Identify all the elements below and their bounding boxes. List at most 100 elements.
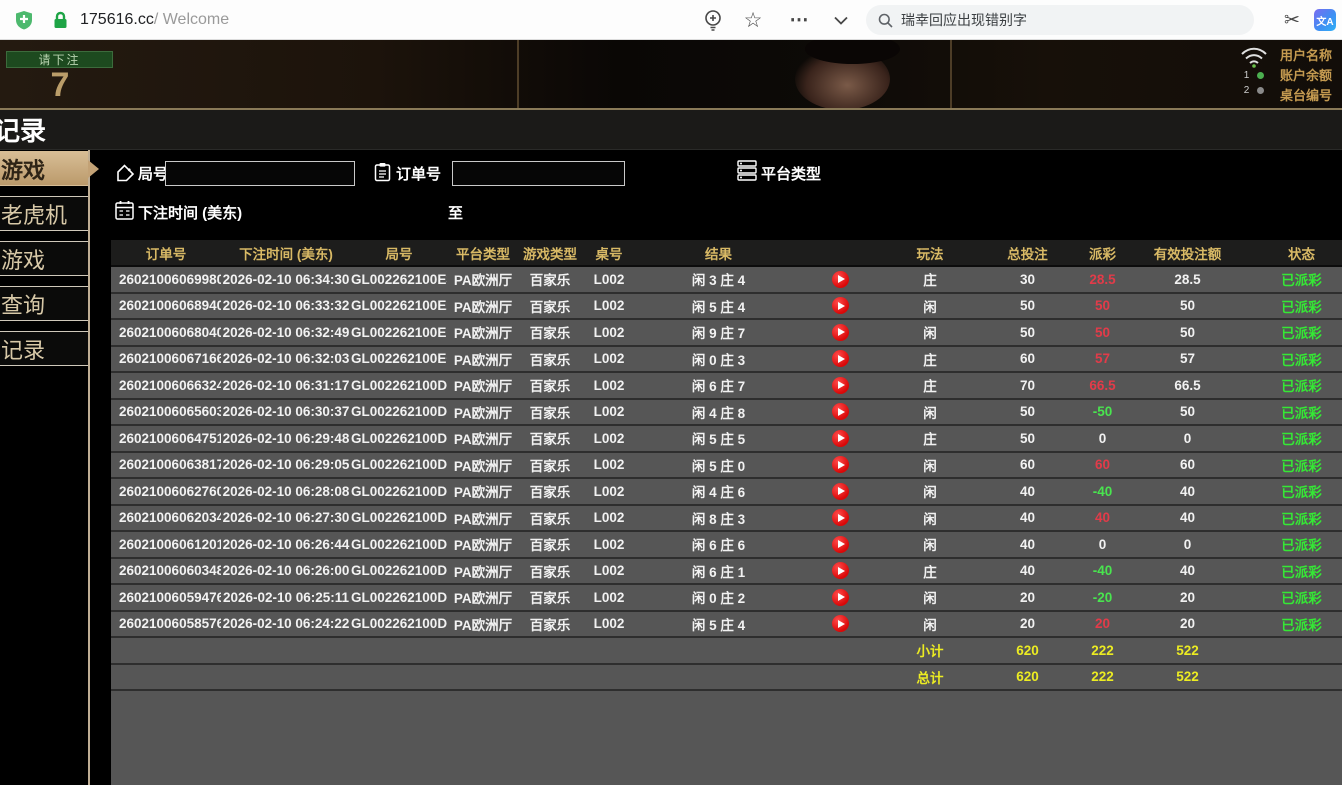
cell-table-id: L002 bbox=[581, 266, 637, 293]
cell-bet-side: 闲 bbox=[880, 293, 980, 320]
cell-bet-time: 2026-02-10 06:27:30 bbox=[221, 505, 351, 532]
cell-result: 闲 0 庄 3 bbox=[637, 346, 800, 373]
replay-button[interactable] bbox=[832, 271, 849, 288]
order-input[interactable] bbox=[452, 161, 625, 186]
play-icon bbox=[838, 487, 845, 495]
chevron-down-icon[interactable] bbox=[828, 0, 854, 40]
wifi-icon bbox=[1239, 46, 1269, 68]
cell-round-id: GL002262100DT bbox=[351, 531, 447, 558]
cell-replay bbox=[800, 319, 880, 346]
table-row: 260210060680408 2026-02-10 06:32:49 GL00… bbox=[111, 319, 1342, 346]
sidebar-item[interactable]: 查询 bbox=[0, 286, 88, 321]
cell-bet-time: 2026-02-10 06:26:00 bbox=[221, 558, 351, 585]
lock-icon bbox=[52, 0, 68, 40]
cell-payout: -40 bbox=[1075, 478, 1130, 505]
replay-button[interactable] bbox=[832, 589, 849, 606]
replay-button[interactable] bbox=[832, 615, 849, 632]
subtotal-valid-bet: 522 bbox=[1130, 637, 1245, 664]
replay-button[interactable] bbox=[832, 324, 849, 341]
cell-bet-time: 2026-02-10 06:31:17 bbox=[221, 372, 351, 399]
play-icon bbox=[838, 567, 845, 575]
translate-icon[interactable]: 文A bbox=[1314, 0, 1338, 40]
replay-button[interactable] bbox=[832, 483, 849, 500]
tag-icon bbox=[116, 164, 135, 183]
page-title: 记录 bbox=[0, 111, 46, 148]
replay-button[interactable] bbox=[832, 536, 849, 553]
cell-replay bbox=[800, 531, 880, 558]
cell-total-bet: 40 bbox=[980, 478, 1075, 505]
cell-result: 闲 5 庄 4 bbox=[637, 611, 800, 638]
table-row: 260210060620342 2026-02-10 06:27:30 GL00… bbox=[111, 505, 1342, 532]
cell-payout: 57 bbox=[1075, 346, 1130, 373]
column-header: 有效投注额 bbox=[1130, 240, 1245, 266]
address-bar[interactable]: 175616.cc / Welcome bbox=[80, 0, 229, 40]
enhance-icon[interactable] bbox=[702, 0, 724, 40]
cell-game-type: 百家乐 bbox=[519, 558, 581, 585]
column-header: 下注时间 (美东) bbox=[221, 240, 351, 266]
column-header: 结果 bbox=[637, 240, 800, 266]
sidebar-item[interactable]: 游戏 bbox=[0, 241, 88, 276]
cell-result: 闲 6 庄 6 bbox=[637, 531, 800, 558]
search-icon bbox=[878, 13, 893, 28]
play-icon bbox=[838, 434, 845, 442]
cell-result: 闲 4 庄 6 bbox=[637, 478, 800, 505]
cell-bet-side: 庄 bbox=[880, 372, 980, 399]
replay-button[interactable] bbox=[832, 403, 849, 420]
cell-replay bbox=[800, 266, 880, 293]
cell-game-type: 百家乐 bbox=[519, 266, 581, 293]
play-icon bbox=[838, 540, 845, 548]
signal-dot bbox=[1257, 87, 1264, 94]
cell-platform: PA欧洲厅 bbox=[447, 346, 519, 373]
cell-status: 已派彩 bbox=[1245, 584, 1342, 611]
cell-game-type: 百家乐 bbox=[519, 372, 581, 399]
scene-decoration bbox=[950, 40, 952, 110]
round-input[interactable] bbox=[165, 161, 355, 186]
connection-panel: 1 2 bbox=[1236, 46, 1272, 98]
cell-total-bet: 60 bbox=[980, 346, 1075, 373]
replay-button[interactable] bbox=[832, 350, 849, 367]
cell-platform: PA欧洲厅 bbox=[447, 611, 519, 638]
bet-time-filter-label: 下注时间 (美东) bbox=[138, 202, 242, 223]
shield-plus-icon[interactable] bbox=[14, 0, 34, 40]
replay-button[interactable] bbox=[832, 377, 849, 394]
cell-bet-time: 2026-02-10 06:34:30 bbox=[221, 266, 351, 293]
countdown-timer: 7 bbox=[14, 66, 106, 105]
cell-round-id: GL002262100DZ bbox=[351, 372, 447, 399]
scissors-icon[interactable]: ✂ bbox=[1280, 0, 1304, 40]
cell-platform: PA欧洲厅 bbox=[447, 425, 519, 452]
table-row: 260210060663241 2026-02-10 06:31:17 GL00… bbox=[111, 372, 1342, 399]
cell-order-number: 260210060689408 bbox=[111, 293, 221, 320]
cell-order-number: 260210060656033 bbox=[111, 399, 221, 426]
grand-total-label: 总计 bbox=[880, 664, 980, 691]
platform-filter-label: 平台类型 bbox=[761, 163, 821, 184]
column-header: 桌号 bbox=[581, 240, 637, 266]
table-summary: 小计 620 222 522 总计 620 222 522 bbox=[111, 637, 1342, 690]
cell-bet-side: 庄 bbox=[880, 346, 980, 373]
replay-button[interactable] bbox=[832, 297, 849, 314]
table-row: 260210060647514 2026-02-10 06:29:48 GL00… bbox=[111, 425, 1342, 452]
cell-valid-bet: 66.5 bbox=[1130, 372, 1245, 399]
replay-button[interactable] bbox=[832, 456, 849, 473]
more-menu-icon[interactable]: ⋯ bbox=[786, 0, 812, 40]
replay-button[interactable] bbox=[832, 562, 849, 579]
cell-result: 闲 9 庄 7 bbox=[637, 319, 800, 346]
cell-result: 闲 8 庄 3 bbox=[637, 505, 800, 532]
sidebar-item[interactable]: 记录 bbox=[0, 331, 88, 366]
grand-total-total-bet: 620 bbox=[980, 664, 1075, 691]
column-header: 玩法 bbox=[880, 240, 980, 266]
replay-button[interactable] bbox=[832, 509, 849, 526]
cell-valid-bet: 20 bbox=[1130, 584, 1245, 611]
cell-bet-side: 闲 bbox=[880, 531, 980, 558]
cell-replay bbox=[800, 399, 880, 426]
replay-button[interactable] bbox=[832, 430, 849, 447]
cell-table-id: L002 bbox=[581, 611, 637, 638]
cell-replay bbox=[800, 611, 880, 638]
cell-valid-bet: 40 bbox=[1130, 558, 1245, 585]
url-path: / Welcome bbox=[154, 11, 229, 29]
cell-order-number: 260210060699803 bbox=[111, 266, 221, 293]
cell-total-bet: 70 bbox=[980, 372, 1075, 399]
cell-total-bet: 40 bbox=[980, 558, 1075, 585]
search-box[interactable]: 瑞幸回应出现错别字 bbox=[866, 5, 1254, 35]
favorite-star-icon[interactable]: ☆ bbox=[740, 0, 766, 40]
column-header: 平台类型 bbox=[447, 240, 519, 266]
